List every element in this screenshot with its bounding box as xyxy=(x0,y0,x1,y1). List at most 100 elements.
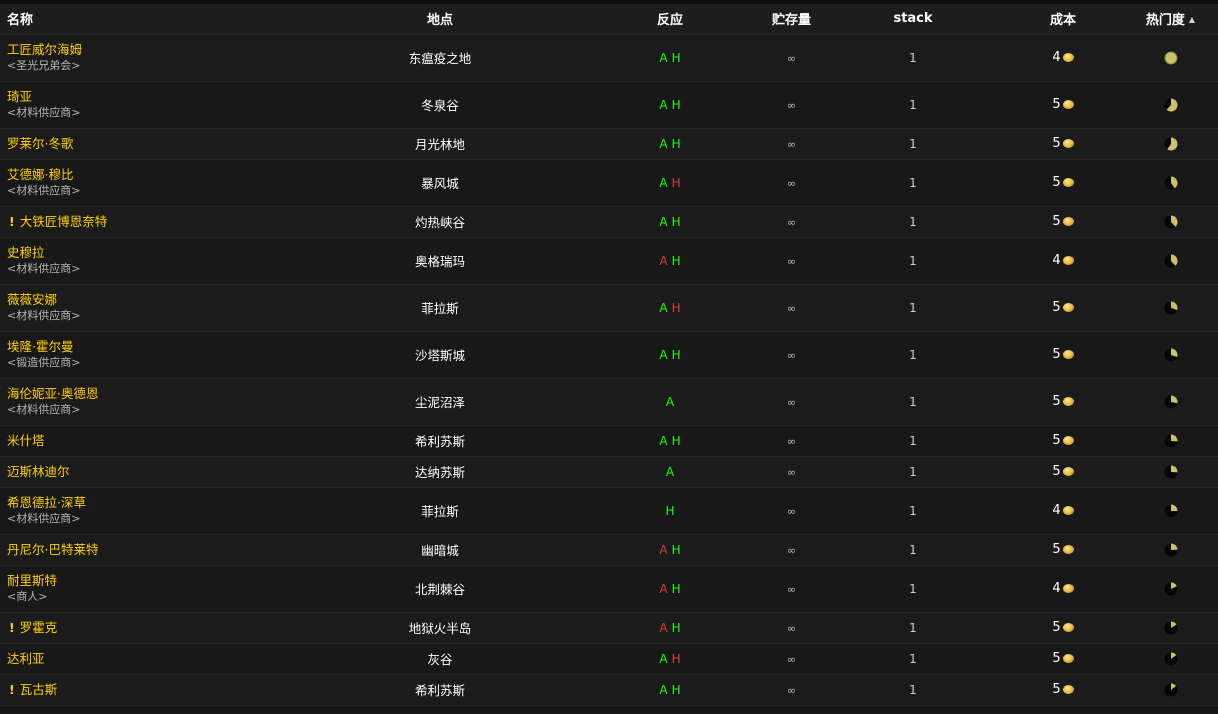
npc-subtitle: <材料供应商> xyxy=(7,512,81,525)
location-link[interactable]: 幽暗城 xyxy=(421,543,459,558)
cost-value: 5 xyxy=(1052,136,1061,151)
table-row[interactable]: ! 罗霍克 地狱火半岛 A H ∞ 1 5 xyxy=(0,612,1218,643)
horde-reaction: H xyxy=(671,651,681,666)
cell-react: AH xyxy=(580,34,760,81)
npc-name-line: 罗莱尔·冬歌 xyxy=(7,136,300,152)
table-row[interactable]: 米什塔 希利苏斯 A H ∞ 1 5 xyxy=(0,425,1218,456)
npc-name-link[interactable]: 希恩德拉·深草 xyxy=(7,495,86,510)
npc-name-link[interactable]: 迈斯林迪尔 xyxy=(7,464,70,479)
location-link[interactable]: 北荆棘谷 xyxy=(415,582,465,597)
location-link[interactable]: 菲拉斯 xyxy=(421,504,459,519)
alliance-reaction: A xyxy=(659,175,668,190)
column-header-stock[interactable]: 贮存量 xyxy=(760,4,823,35)
cell-cost: 5 xyxy=(1003,674,1123,705)
column-header-cost[interactable]: 成本 xyxy=(1003,4,1123,35)
column-header-popularity[interactable]: 热门度 ▲ xyxy=(1123,4,1218,35)
cost-value: 4 xyxy=(1052,581,1061,596)
table-body: 工匠威尔海姆 <圣光兄弟会> 东瘟疫之地 A H ∞ 1 4 琦亚 <材料供应商> 冬泉谷 A H ∞ 1 5… xyxy=(0,34,1218,705)
table-row[interactable]: 迈斯林迪尔 达纳苏斯 A ∞ 1 5 xyxy=(0,456,1218,487)
location-link[interactable]: 奥格瑞玛 xyxy=(415,254,465,269)
table-row[interactable]: 史穆拉 <材料供应商> 奥格瑞玛 A H ∞ 1 4 xyxy=(0,237,1218,284)
location-link[interactable]: 暴风城 xyxy=(421,176,459,191)
table-row[interactable]: 埃隆·霍尔曼 <锻造供应商> 沙塔斯城 A H ∞ 1 5 xyxy=(0,331,1218,378)
stock-value: ∞ xyxy=(786,395,797,409)
table-row[interactable]: 希恩德拉·深草 <材料供应商> 菲拉斯 H ∞ 1 4 xyxy=(0,487,1218,534)
popularity-pie-icon xyxy=(1164,254,1178,268)
npc-name-line: 达利亚 xyxy=(7,651,300,667)
table-row[interactable]: 丹尼尔·巴特莱特 幽暗城 A H ∞ 1 5 xyxy=(0,534,1218,565)
table-row[interactable]: 薇薇安娜 <材料供应商> 菲拉斯 A H ∞ 1 5 xyxy=(0,284,1218,331)
stack-value: 1 xyxy=(909,175,917,190)
table-row[interactable]: 琦亚 <材料供应商> 冬泉谷 A H ∞ 1 5 xyxy=(0,81,1218,128)
popularity-pie-icon xyxy=(1164,215,1178,229)
npc-name-link[interactable]: 埃隆·霍尔曼 xyxy=(7,339,73,354)
npc-name-link[interactable]: 海伦妮亚·奥德恩 xyxy=(7,386,98,401)
stack-value: 1 xyxy=(909,503,917,518)
table-row[interactable]: 达利亚 灰谷 A H ∞ 1 5 xyxy=(0,643,1218,674)
npc-name-link[interactable]: 耐里斯特 xyxy=(7,573,57,588)
npc-name-link[interactable]: 罗霍克 xyxy=(20,620,58,635)
table-row[interactable]: ! 大铁匠博恩奈特 灼热峡谷 A H ∞ 1 5 xyxy=(0,206,1218,237)
location-link[interactable]: 希利苏斯 xyxy=(415,434,465,449)
location-link[interactable]: 达纳苏斯 xyxy=(415,465,465,480)
cell-stock: ∞ xyxy=(760,425,823,456)
stack-value: 1 xyxy=(909,581,917,596)
cell-stack: 1 xyxy=(823,284,1003,331)
location-link[interactable]: 月光林地 xyxy=(415,137,465,152)
column-header-location[interactable]: 地点 xyxy=(300,4,580,35)
cell-stack: 1 xyxy=(823,534,1003,565)
npc-name-link[interactable]: 史穆拉 xyxy=(7,245,45,260)
stock-value: ∞ xyxy=(786,504,797,518)
cell-stack: 1 xyxy=(823,331,1003,378)
table-row[interactable]: 罗莱尔·冬歌 月光林地 A H ∞ 1 5 xyxy=(0,128,1218,159)
cell-location: 暴风城 xyxy=(300,159,580,206)
table-row[interactable]: 工匠威尔海姆 <圣光兄弟会> 东瘟疫之地 A H ∞ 1 4 xyxy=(0,34,1218,81)
npc-name-link[interactable]: 薇薇安娜 xyxy=(7,292,57,307)
alliance-reaction: A xyxy=(659,253,668,268)
alliance-reaction: A xyxy=(659,347,668,362)
npc-name-link[interactable]: 艾德娜·穆比 xyxy=(7,167,73,182)
alliance-reaction: A xyxy=(659,682,668,697)
cell-name: 达利亚 xyxy=(0,643,300,674)
npc-name-link[interactable]: 琦亚 xyxy=(7,89,32,104)
npc-name-line: 迈斯林迪尔 xyxy=(7,464,300,480)
npc-name-link[interactable]: 大铁匠博恩奈特 xyxy=(20,214,108,229)
horde-reaction: H xyxy=(671,214,681,229)
stock-value: ∞ xyxy=(786,434,797,448)
column-header-name[interactable]: 名称 xyxy=(0,4,300,35)
location-link[interactable]: 冬泉谷 xyxy=(421,98,459,113)
table-row[interactable]: 耐里斯特 <商人> 北荆棘谷 A H ∞ 1 4 xyxy=(0,565,1218,612)
location-link[interactable]: 地狱火半岛 xyxy=(409,621,472,636)
table-row[interactable]: 艾德娜·穆比 <材料供应商> 暴风城 A H ∞ 1 5 xyxy=(0,159,1218,206)
location-link[interactable]: 东瘟疫之地 xyxy=(409,51,472,66)
cell-location: 菲拉斯 xyxy=(300,284,580,331)
cell-stack: 1 xyxy=(823,456,1003,487)
location-link[interactable]: 沙塔斯城 xyxy=(415,348,465,363)
stock-value: ∞ xyxy=(786,652,797,666)
npc-name-link[interactable]: 米什塔 xyxy=(7,433,45,448)
npc-name-link[interactable]: 罗莱尔·冬歌 xyxy=(7,136,73,151)
column-header-stack[interactable]: stack xyxy=(823,4,1003,35)
cell-stock: ∞ xyxy=(760,565,823,612)
npc-name-link[interactable]: 瓦古斯 xyxy=(20,682,58,697)
cell-popularity xyxy=(1123,643,1218,674)
npc-name-link[interactable]: 丹尼尔·巴特莱特 xyxy=(7,542,98,557)
table-row[interactable]: ! 瓦古斯 希利苏斯 A H ∞ 1 5 xyxy=(0,674,1218,705)
location-link[interactable]: 灼热峡谷 xyxy=(415,215,465,230)
stock-value: ∞ xyxy=(786,51,797,65)
cell-react: AH xyxy=(580,534,760,565)
location-link[interactable]: 希利苏斯 xyxy=(415,683,465,698)
quest-exclamation-icon: ! xyxy=(9,213,15,229)
column-header-react[interactable]: 反应 xyxy=(580,4,760,35)
table-row[interactable]: 海伦妮亚·奥德恩 <材料供应商> 尘泥沼泽 A ∞ 1 5 xyxy=(0,378,1218,425)
cell-cost: 5 xyxy=(1003,159,1123,206)
cost-value: 5 xyxy=(1052,620,1061,635)
npc-name-link[interactable]: 达利亚 xyxy=(7,651,45,666)
location-link[interactable]: 尘泥沼泽 xyxy=(415,395,465,410)
cell-stack: 1 xyxy=(823,128,1003,159)
horde-reaction: H xyxy=(671,50,681,65)
cost-value: 5 xyxy=(1052,300,1061,315)
npc-name-link[interactable]: 工匠威尔海姆 xyxy=(7,42,82,57)
location-link[interactable]: 灰谷 xyxy=(427,652,452,667)
location-link[interactable]: 菲拉斯 xyxy=(421,301,459,316)
